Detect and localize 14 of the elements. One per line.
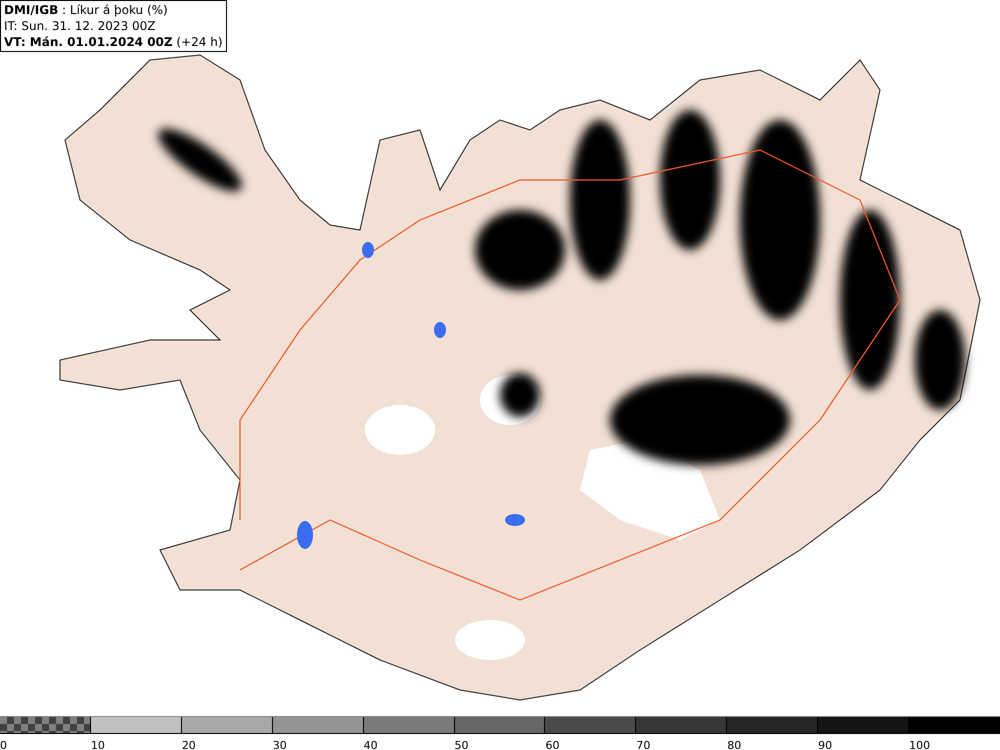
legend-label: 20 (182, 739, 196, 750)
legend-label: 90 (818, 739, 832, 750)
legend-label: 100 (909, 739, 930, 750)
info-line: VT: Mán. 01.01.2024 00Z (+24 h) (4, 34, 223, 50)
legend-label: 50 (454, 739, 469, 750)
legend-label: 80 (727, 739, 742, 750)
info-line: IT: Sun. 31. 12. 2023 00Z (4, 18, 157, 34)
legend-label: 0 (0, 739, 7, 750)
legend-label: 60 (545, 739, 560, 750)
legend-label: 40 (364, 739, 378, 750)
legend-label: 10 (90, 739, 105, 750)
legend-label: 30 (272, 739, 287, 750)
info-line: DMI/IGB : Líkur á þoku (%) (4, 2, 169, 18)
legend-label: 70 (636, 739, 650, 750)
